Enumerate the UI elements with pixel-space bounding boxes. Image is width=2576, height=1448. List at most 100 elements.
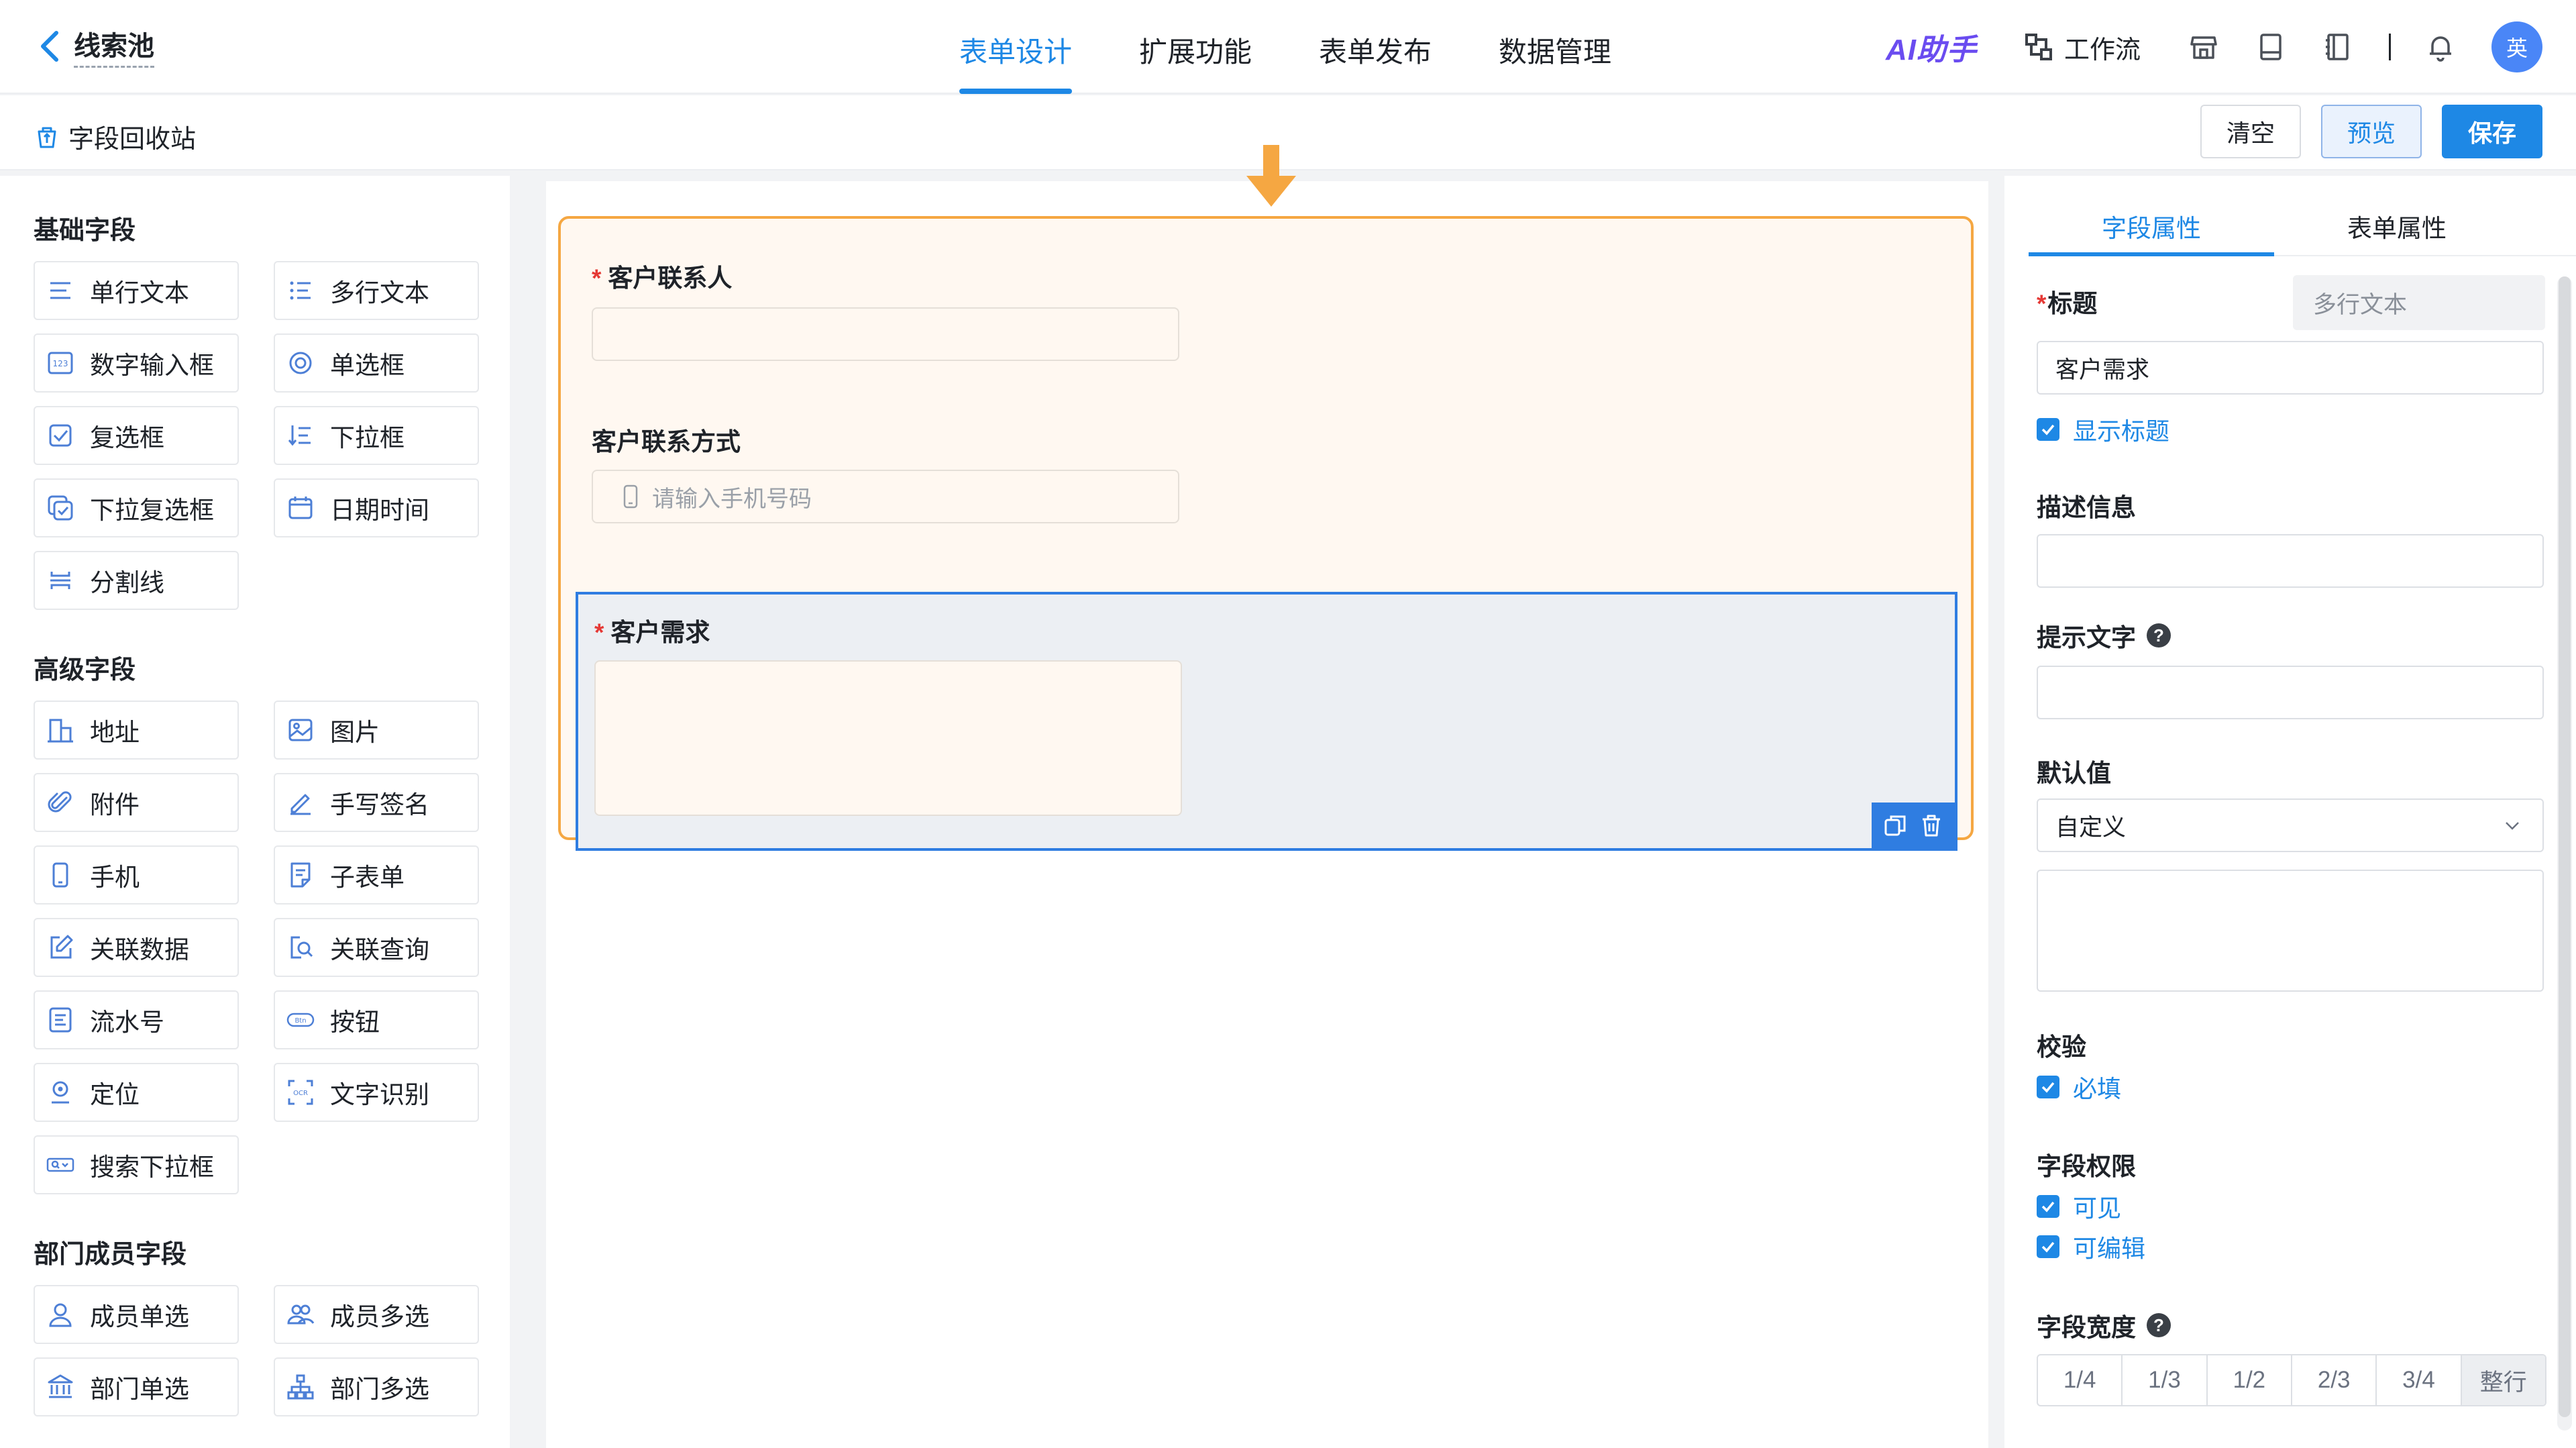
palette-item-member-single[interactable]: 成员单选 bbox=[34, 1285, 239, 1344]
drop-indicator-arrow-icon bbox=[1246, 145, 1296, 207]
palette-item-checkbox[interactable]: 复选框 bbox=[34, 406, 239, 465]
palette-item-member-multi[interactable]: 成员多选 bbox=[274, 1285, 479, 1344]
default-value-textarea[interactable] bbox=[2037, 870, 2544, 992]
tab-form-publish[interactable]: 表单发布 bbox=[1319, 0, 1432, 94]
editable-label: 可编辑 bbox=[2073, 1235, 2146, 1262]
hint-label-text: 提示文字 bbox=[2037, 624, 2136, 652]
palette-item-multi-line-text[interactable]: 多行文本 bbox=[274, 261, 479, 320]
bell-icon[interactable] bbox=[2424, 31, 2457, 63]
tab-form-design[interactable]: 表单设计 bbox=[959, 0, 1073, 94]
workflow-icon bbox=[2025, 34, 2052, 60]
recycle-icon bbox=[38, 127, 56, 148]
address-icon bbox=[46, 715, 75, 745]
palette-item-button[interactable]: Btn 按钮 bbox=[274, 990, 479, 1049]
title-input[interactable]: 客户需求 bbox=[2037, 341, 2544, 395]
palette-item-image[interactable]: 图片 bbox=[274, 701, 479, 760]
width-option-2-3[interactable]: 2/3 bbox=[2292, 1355, 2377, 1405]
palette-item-divider[interactable]: 分割线 bbox=[34, 551, 239, 610]
tab-field-properties[interactable]: 字段属性 bbox=[2029, 200, 2274, 256]
basic-fields-title: 基础字段 bbox=[34, 217, 136, 245]
required-marker: * bbox=[592, 264, 602, 292]
selected-field-customer-needs[interactable]: * 客户需求 bbox=[576, 592, 1957, 851]
palette-item-department-multi[interactable]: 部门多选 bbox=[274, 1357, 479, 1416]
description-input[interactable] bbox=[2037, 534, 2544, 588]
form-field-container[interactable]: * 客户联系人 客户联系方式 请输入手机号码 * 客户需求 bbox=[558, 216, 1974, 851]
palette-item-address[interactable]: 地址 bbox=[34, 701, 239, 760]
chevron-left-icon[interactable] bbox=[38, 29, 62, 64]
notebook-icon[interactable] bbox=[2322, 31, 2354, 63]
preview-button[interactable]: 预览 bbox=[2321, 105, 2422, 158]
editable-checkbox[interactable]: 可编辑 bbox=[2037, 1229, 2145, 1264]
width-option-1-3[interactable]: 1/3 bbox=[2123, 1355, 2208, 1405]
tab-extensions[interactable]: 扩展功能 bbox=[1139, 0, 1252, 94]
trash-icon[interactable] bbox=[1919, 813, 1943, 837]
clear-button[interactable]: 清空 bbox=[2200, 105, 2301, 158]
palette-item-dropdown-checkbox[interactable]: 下拉复选框 bbox=[34, 478, 239, 537]
help-icon[interactable]: ? bbox=[2147, 623, 2171, 648]
width-option-3-4[interactable]: 3/4 bbox=[2377, 1355, 2462, 1405]
palette-item-label: 部门单选 bbox=[90, 1376, 189, 1403]
contact-phone-input[interactable]: 请输入手机号码 bbox=[592, 470, 1179, 523]
palette-item-link-query[interactable]: 关联查询 bbox=[274, 918, 479, 977]
book-icon[interactable] bbox=[2255, 31, 2287, 63]
ocr-icon: OCR bbox=[286, 1078, 315, 1107]
ai-assistant-button[interactable]: AI助手 bbox=[1886, 25, 1977, 68]
help-icon[interactable]: ? bbox=[2147, 1313, 2171, 1337]
dropdown-checkbox-icon bbox=[46, 493, 75, 523]
scrollbar-thumb[interactable] bbox=[2559, 276, 2571, 1417]
tab-form-properties[interactable]: 表单属性 bbox=[2274, 200, 2520, 255]
avatar[interactable]: 英 bbox=[2491, 21, 2542, 72]
contact-person-input[interactable] bbox=[592, 307, 1179, 361]
customer-needs-textarea[interactable] bbox=[594, 660, 1182, 816]
title-label-text: 标题 bbox=[2047, 290, 2098, 317]
palette-item-number-input[interactable]: 123 数字输入框 bbox=[34, 333, 239, 393]
required-label: 必填 bbox=[2073, 1075, 2122, 1102]
palette-item-label: 单选框 bbox=[330, 352, 405, 379]
palette-item-serial-number[interactable]: 流水号 bbox=[34, 990, 239, 1049]
visible-checkbox[interactable]: 可见 bbox=[2037, 1189, 2121, 1224]
svg-text:OCR: OCR bbox=[293, 1090, 308, 1097]
description-label: 描述信息 bbox=[2037, 487, 2136, 523]
palette-item-department-single[interactable]: 部门单选 bbox=[34, 1357, 239, 1416]
palette-item-search-dropdown[interactable]: 搜索下拉框 bbox=[34, 1135, 239, 1194]
app-title[interactable]: 线索池 bbox=[74, 24, 154, 68]
required-checkbox[interactable]: 必填 bbox=[2037, 1070, 2121, 1104]
field-label-text: 客户联系人 bbox=[608, 264, 733, 292]
palette-item-radio[interactable]: 单选框 bbox=[274, 333, 479, 393]
copy-icon[interactable] bbox=[1883, 813, 1907, 837]
radio-icon bbox=[286, 348, 315, 378]
multi-line-icon bbox=[286, 276, 315, 305]
show-title-label: 显示标题 bbox=[2073, 417, 2170, 445]
dropdown-icon bbox=[286, 421, 315, 450]
palette-item-single-line-text[interactable]: 单行文本 bbox=[34, 261, 239, 320]
form-canvas[interactable]: * 客户联系人 客户联系方式 请输入手机号码 * 客户需求 bbox=[546, 145, 1988, 1448]
palette-item-dropdown[interactable]: 下拉框 bbox=[274, 406, 479, 465]
palette-item-label: 流水号 bbox=[90, 1009, 164, 1036]
palette-item-signature[interactable]: 手写签名 bbox=[274, 773, 479, 832]
palette-item-label: 日期时间 bbox=[330, 497, 429, 524]
palette-item-ocr[interactable]: OCR 文字识别 bbox=[274, 1063, 479, 1122]
palette-item-location[interactable]: 定位 bbox=[34, 1063, 239, 1122]
palette-item-label: 成员单选 bbox=[90, 1303, 189, 1331]
field-width-label: 字段宽度 ? bbox=[2037, 1307, 2171, 1343]
width-option-1-2[interactable]: 1/2 bbox=[2208, 1355, 2292, 1405]
width-option-full-row[interactable]: 整行 bbox=[2461, 1355, 2545, 1405]
field-label-contact-method: 客户联系方式 bbox=[592, 421, 741, 458]
tab-data-management[interactable]: 数据管理 bbox=[1499, 0, 1611, 94]
palette-item-phone[interactable]: 手机 bbox=[34, 845, 239, 904]
palette-item-subform[interactable]: 子表单 bbox=[274, 845, 479, 904]
palette-item-datetime[interactable]: 日期时间 bbox=[274, 478, 479, 537]
back-nav[interactable]: 线索池 bbox=[38, 24, 154, 68]
field-recycle-bin[interactable]: 字段回收站 bbox=[35, 118, 196, 155]
workflow-button[interactable]: 工作流 bbox=[2024, 29, 2141, 66]
save-button[interactable]: 保存 bbox=[2442, 105, 2542, 158]
hint-input[interactable] bbox=[2037, 666, 2544, 719]
palette-item-link-data[interactable]: 关联数据 bbox=[34, 918, 239, 977]
palette-item-label: 数字输入框 bbox=[90, 352, 214, 379]
show-title-checkbox[interactable]: 显示标题 bbox=[2037, 412, 2169, 447]
store-icon[interactable] bbox=[2188, 31, 2220, 63]
default-mode-select[interactable]: 自定义 bbox=[2037, 798, 2544, 852]
field-width-label-text: 字段宽度 bbox=[2037, 1314, 2136, 1341]
width-option-1-4[interactable]: 1/4 bbox=[2038, 1355, 2123, 1405]
palette-item-attachment[interactable]: 附件 bbox=[34, 773, 239, 832]
